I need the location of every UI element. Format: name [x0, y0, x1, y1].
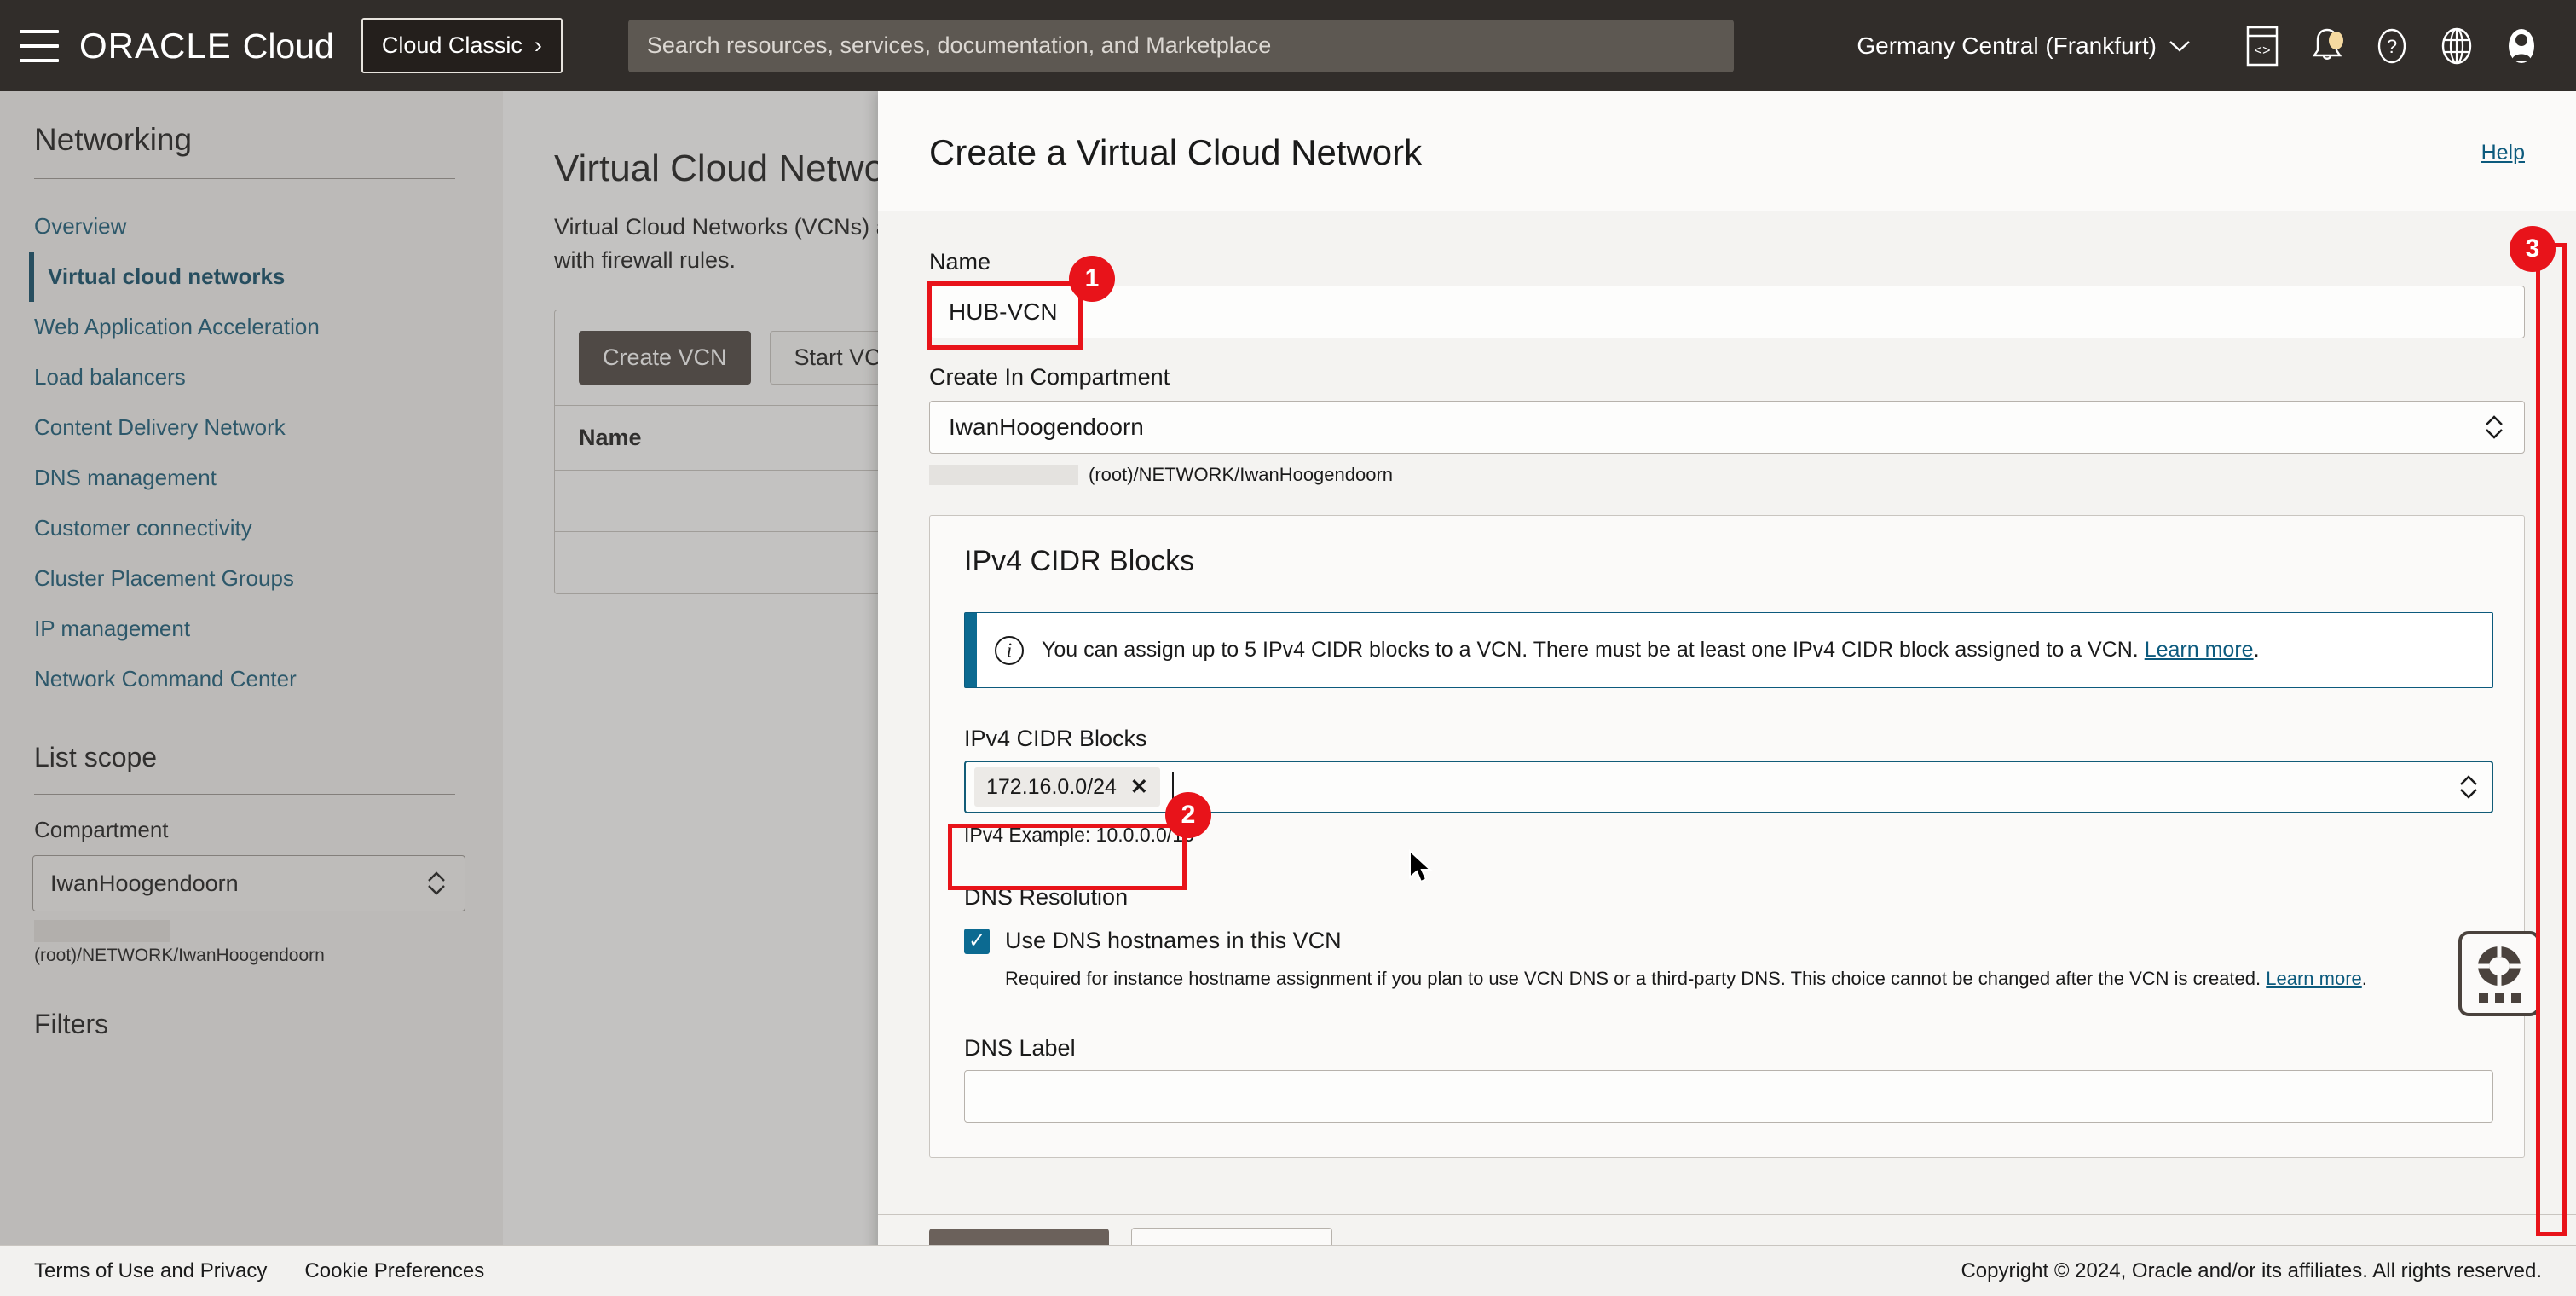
spinner-chevrons-icon	[2483, 413, 2505, 442]
dns-hostnames-checkbox-label: Use DNS hostnames in this VCN	[1005, 928, 1342, 953]
three-dots-icon	[2478, 993, 2521, 1003]
create-in-compartment-value: IwanHoogendoorn	[949, 414, 1144, 440]
modal-compartment-path: (root)/NETWORK/IwanHoogendoorn	[929, 464, 2525, 486]
modal-compartment-path-text: (root)/NETWORK/IwanHoogendoorn	[1089, 464, 1394, 485]
spinner-chevrons-icon	[425, 869, 448, 898]
redaction-block	[929, 465, 1078, 485]
svg-text:?: ?	[2387, 36, 2397, 57]
cloud-classic-label: Cloud Classic	[381, 32, 523, 58]
cidr-chip-value: 172.16.0.0/24	[986, 774, 1117, 799]
left-sidebar: Networking Overview Virtual cloud networ…	[0, 91, 503, 1296]
redaction-block	[34, 920, 170, 942]
cidr-chip[interactable]: 172.16.0.0/24 ✕	[974, 767, 1160, 807]
sidebar-item-ip-management[interactable]: IP management	[32, 604, 455, 654]
region-selector[interactable]: Germany Central (Frankfurt)	[1857, 32, 2191, 60]
list-scope-divider	[34, 794, 455, 795]
notification-badge-dot	[2329, 31, 2343, 49]
sidebar-item-dns-management[interactable]: DNS management	[32, 453, 455, 503]
panel-header: Create a Virtual Cloud Network Help	[878, 91, 2576, 211]
top-header: ORACLE Cloud Cloud Classic › Germany Cen…	[0, 0, 2576, 91]
sidebar-title: Networking	[34, 122, 193, 157]
sidebar-item-overview[interactable]: Overview	[32, 201, 455, 252]
create-in-compartment-label: Create In Compartment	[929, 364, 1170, 390]
oracle-cloud-console: ORACLE Cloud Cloud Classic › Germany Cen…	[0, 0, 2576, 1296]
code-editor-icon[interactable]: <>	[2230, 14, 2295, 78]
dns-resolution-title: DNS Resolution	[964, 884, 1129, 910]
sidebar-item-customer-connectivity[interactable]: Customer connectivity	[32, 503, 455, 553]
name-field-label: Name	[929, 249, 991, 275]
spinner-chevrons-icon[interactable]	[2458, 772, 2480, 801]
sidebar-item-cluster-placement-groups[interactable]: Cluster Placement Groups	[32, 553, 455, 604]
dns-hostnames-checkbox[interactable]	[964, 928, 990, 954]
compartment-path-text: (root)/NETWORK/IwanHoogendoorn	[34, 946, 325, 965]
help-question-icon[interactable]: ?	[2359, 14, 2424, 78]
cookie-preferences-link[interactable]: Cookie Preferences	[304, 1259, 484, 1283]
copyright-text: Copyright © 2024, Oracle and/or its affi…	[1961, 1258, 2542, 1282]
sidebar-item-network-command-center[interactable]: Network Command Center	[32, 654, 455, 704]
ipv4-cidr-blocks-section: IPv4 CIDR Blocks i You can assign up to …	[929, 515, 2525, 1158]
notifications-bell-icon[interactable]	[2295, 14, 2359, 78]
compartment-select[interactable]: IwanHoogendoorn	[32, 855, 465, 911]
dns-hostnames-help-text: Required for instance hostname assignmen…	[1005, 968, 2367, 989]
ipv4-cidr-section-title: IPv4 CIDR Blocks	[964, 545, 1195, 577]
language-globe-icon[interactable]	[2424, 14, 2489, 78]
hamburger-icon[interactable]	[20, 29, 59, 62]
cidr-chip-remove-icon[interactable]: ✕	[1130, 774, 1148, 800]
page-footer: Terms of Use and Privacy Cookie Preferen…	[0, 1245, 2576, 1296]
info-banner-text: You can assign up to 5 IPv4 CIDR blocks …	[1042, 638, 2139, 662]
dns-label-input[interactable]	[964, 1069, 2493, 1123]
create-vcn-panel: Create a Virtual Cloud Network Help Name…	[878, 91, 2576, 1296]
lifebuoy-icon	[2478, 946, 2521, 986]
panel-body: Name Create In Compartment IwanHoogendoo…	[878, 211, 2576, 1214]
header-right-actions: Germany Central (Frankfurt) <> ?	[1857, 14, 2576, 78]
brand-oracle-text: ORACLE	[79, 25, 232, 66]
sidebar-item-load-balancers[interactable]: Load balancers	[32, 352, 455, 402]
dns-learn-more-link[interactable]: Learn more	[2266, 968, 2362, 989]
terms-of-use-link[interactable]: Terms of Use and Privacy	[34, 1259, 267, 1283]
search-input[interactable]	[627, 19, 1734, 72]
chevron-down-icon	[2169, 40, 2190, 52]
annotation-badge-3: 3	[2510, 226, 2556, 272]
svg-text:<>: <>	[2254, 43, 2270, 59]
info-banner-stripe	[965, 613, 977, 687]
name-input[interactable]	[929, 286, 2525, 338]
support-widget[interactable]	[2458, 931, 2540, 1016]
create-in-compartment-select[interactable]: IwanHoogendoorn	[929, 401, 2525, 454]
user-avatar-icon[interactable]	[2489, 14, 2554, 78]
create-vcn-button-background[interactable]: Create VCN	[579, 331, 751, 385]
info-circle-icon: i	[995, 635, 1024, 665]
info-banner-text-wrap: You can assign up to 5 IPv4 CIDR blocks …	[1042, 638, 2260, 662]
brand-cloud-text: Cloud	[242, 26, 334, 66]
annotation-badge-2: 2	[1165, 792, 1211, 838]
dns-label-title: DNS Label	[964, 1034, 1076, 1061]
info-learn-more-link[interactable]: Learn more	[2145, 638, 2254, 662]
global-search[interactable]	[627, 19, 1734, 72]
dns-hostnames-checkbox-row[interactable]: Use DNS hostnames in this VCN	[964, 928, 2490, 954]
sidebar-divider	[34, 178, 455, 179]
annotation-badge-1: 1	[1069, 256, 1115, 302]
dns-help-text: Required for instance hostname assignmen…	[1005, 968, 2261, 989]
compartment-path: (root)/NETWORK/IwanHoogendoorn	[32, 920, 455, 969]
oracle-cloud-logo[interactable]: ORACLE Cloud	[79, 26, 334, 67]
compartment-selected-value: IwanHoogendoorn	[50, 870, 239, 896]
panel-title: Create a Virtual Cloud Network	[929, 132, 1423, 172]
info-banner: i You can assign up to 5 IPv4 CIDR block…	[964, 612, 2493, 688]
info-icon-cell: i	[977, 613, 1042, 687]
filters-title: Filters	[34, 1008, 109, 1039]
region-label: Germany Central (Frankfurt)	[1857, 32, 2157, 59]
sidebar-item-web-application-acceleration[interactable]: Web Application Acceleration	[32, 302, 455, 352]
cloud-classic-button[interactable]: Cloud Classic ›	[361, 18, 563, 73]
sidebar-item-virtual-cloud-networks[interactable]: Virtual cloud networks	[29, 252, 455, 302]
cidr-field-label: IPv4 CIDR Blocks	[964, 726, 1147, 751]
compartment-label: Compartment	[34, 817, 169, 842]
list-scope-title: List scope	[34, 742, 158, 772]
chevron-right-icon: ›	[534, 32, 542, 58]
panel-help-link[interactable]: Help	[2481, 141, 2525, 165]
sidebar-item-content-delivery-network[interactable]: Content Delivery Network	[32, 402, 455, 453]
